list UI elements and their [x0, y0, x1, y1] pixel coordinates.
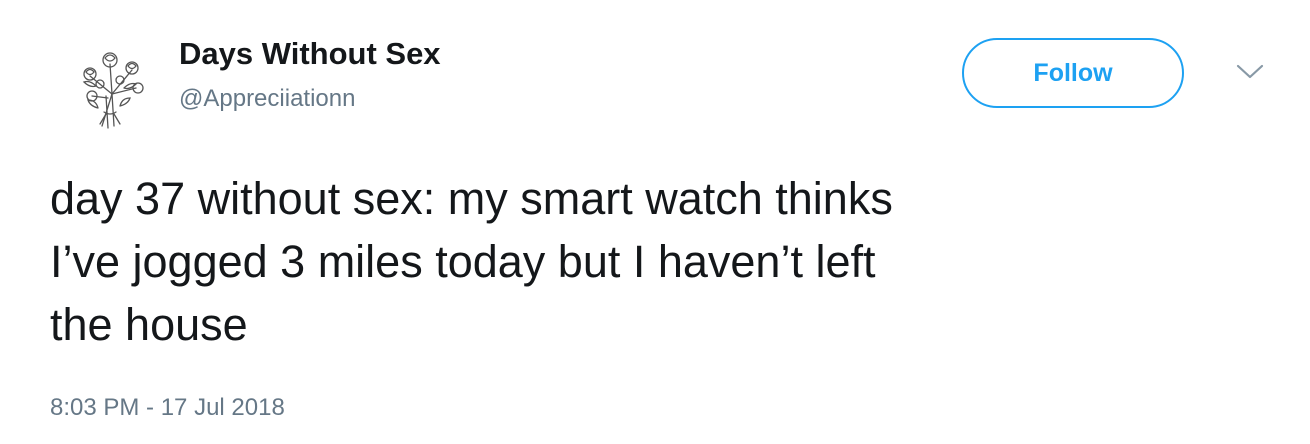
- tweet-card: Days Without Sex @Appreciiationn Follow …: [0, 0, 1310, 444]
- author-handle[interactable]: @Appreciiationn: [179, 83, 355, 115]
- flower-bouquet-sketch-icon: [82, 52, 144, 129]
- tweet-text: day 37 without sex: my smart watch think…: [50, 173, 893, 350]
- more-options-button[interactable]: [1228, 54, 1272, 90]
- chevron-down-icon: [1236, 64, 1264, 79]
- follow-button[interactable]: Follow: [962, 38, 1184, 108]
- author-display-name[interactable]: Days Without Sex: [179, 34, 441, 74]
- avatar[interactable]: [62, 36, 158, 132]
- tweet-timestamp[interactable]: 8:03 PM - 17 Jul 2018: [50, 392, 285, 424]
